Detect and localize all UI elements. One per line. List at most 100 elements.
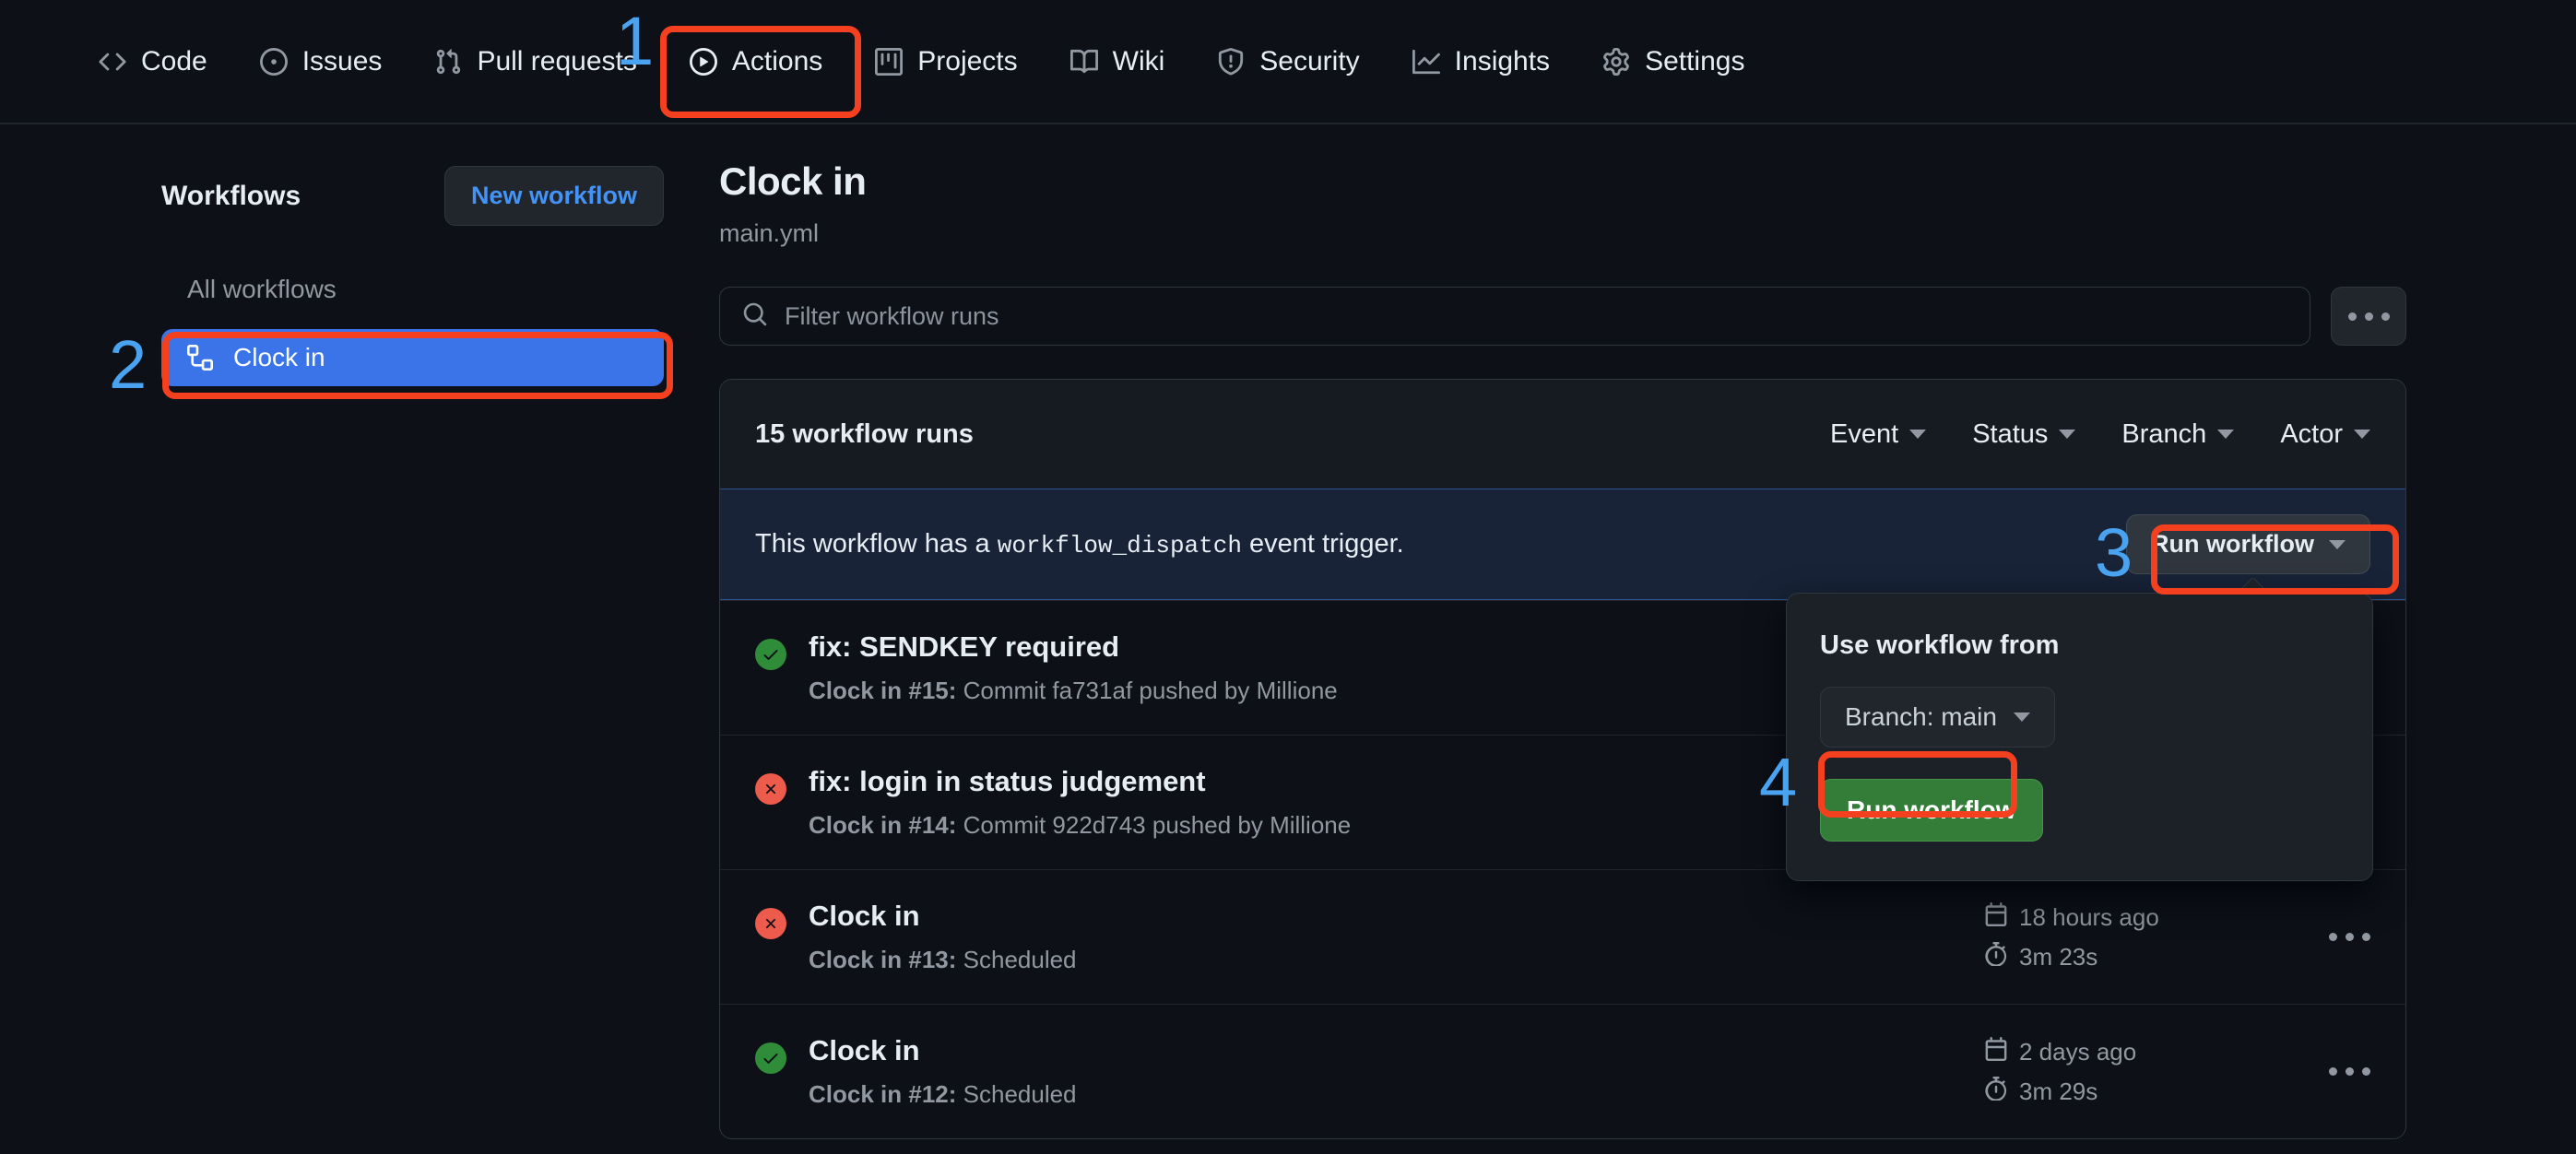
new-workflow-button[interactable]: New workflow <box>444 166 664 226</box>
chevron-down-icon <box>2059 430 2075 439</box>
branch-select-label: Branch: main <box>1845 702 1997 732</box>
run-duration: 3m 29s <box>1984 1077 2261 1107</box>
nav-item-wiki[interactable]: Wiki <box>1044 0 1191 123</box>
workflows-sidebar: Workflows New workflow All workflows Clo… <box>0 124 719 386</box>
run-duration-label: 3m 23s <box>2019 943 2097 971</box>
sidebar-item-clock-in[interactable]: Clock in <box>161 329 664 386</box>
code-icon <box>98 47 127 77</box>
run-meta: Clock in #14: Commit 922d743 pushed by M… <box>809 811 1351 840</box>
filter-label: Event <box>1830 419 1898 450</box>
run-meta-detail: Scheduled <box>963 946 1077 973</box>
filter-row: Filter workflow runs <box>719 287 2576 346</box>
kebab-dot <box>2362 1067 2370 1076</box>
nav-item-code[interactable]: Code <box>72 0 233 123</box>
runs-count: 15 workflow runs <box>755 419 974 450</box>
git-pull-request-icon <box>433 47 463 77</box>
workflow-file-name: main.yml <box>719 219 2576 248</box>
nav-item-label: Wiki <box>1113 46 1165 77</box>
workflow-icon <box>187 345 213 371</box>
nav-item-insights[interactable]: Insights <box>1386 0 1576 123</box>
nav-item-issues[interactable]: Issues <box>233 0 408 123</box>
run-info: fix: SENDKEY required Clock in #15: Comm… <box>809 630 1338 705</box>
kebab-dot <box>2329 933 2337 941</box>
sidebar-title: Workflows <box>161 181 301 212</box>
kebab-dot <box>2346 1067 2354 1076</box>
filter-branch[interactable]: Branch <box>2121 419 2234 450</box>
sidebar-item-all-workflows[interactable]: All workflows <box>161 261 664 318</box>
table-row[interactable]: Clock in Clock in #13: Scheduled <box>720 869 2405 1004</box>
status-failure-icon <box>755 773 786 805</box>
annotation-number-2: 2 <box>109 331 147 399</box>
sidebar-item-label: Clock in <box>233 343 325 372</box>
run-workflow-dropdown-button[interactable]: Run workflow <box>2126 514 2370 574</box>
run-title[interactable]: fix: login in status judgement <box>809 765 1351 798</box>
dispatch-message: This workflow has a workflow_dispatch ev… <box>755 529 1404 559</box>
workflow-options-button[interactable] <box>2331 287 2406 346</box>
row-options-button[interactable] <box>2329 1067 2370 1076</box>
play-circle-icon <box>689 47 718 77</box>
nav-item-security[interactable]: Security <box>1190 0 1385 123</box>
repo-nav: Code Issues Pull requests Actions Projec <box>0 0 2576 124</box>
run-workflow-dropdown-label: Run workflow <box>2151 530 2314 559</box>
calendar-icon <box>1984 1037 2008 1067</box>
run-timestamp: 2 days ago <box>1984 1037 2261 1067</box>
run-title[interactable]: fix: SENDKEY required <box>809 630 1338 664</box>
kebab-dot <box>2329 1067 2337 1076</box>
nav-item-settings[interactable]: Settings <box>1576 0 1770 123</box>
sidebar-list: All workflows Clock in <box>0 261 719 386</box>
run-times: 18 hours ago 3m 23s <box>1984 902 2261 972</box>
run-title[interactable]: Clock in <box>809 1034 1077 1067</box>
stopwatch-icon <box>1984 1077 2008 1107</box>
table-row[interactable]: Clock in Clock in #12: Scheduled <box>720 1004 2405 1138</box>
kebab-dot <box>2346 933 2354 941</box>
run-left: fix: login in status judgement Clock in … <box>755 765 1351 840</box>
run-info: Clock in Clock in #12: Scheduled <box>809 1034 1077 1109</box>
popover-arrow <box>2241 578 2271 594</box>
nav-item-label: Settings <box>1645 46 1744 77</box>
run-timestamp-label: 2 days ago <box>2019 1038 2136 1066</box>
github-actions-page: Code Issues Pull requests Actions Projec <box>0 0 2576 1154</box>
run-duration-label: 3m 29s <box>2019 1077 2097 1106</box>
nav-item-projects[interactable]: Projects <box>848 0 1043 123</box>
filter-label: Branch <box>2121 419 2206 450</box>
run-meta-detail: Scheduled <box>963 1080 1077 1108</box>
run-meta: Clock in #12: Scheduled <box>809 1080 1077 1109</box>
run-left: Clock in Clock in #12: Scheduled <box>755 1034 1077 1109</box>
run-timestamp-label: 18 hours ago <box>2019 903 2159 932</box>
row-options-button[interactable] <box>2329 933 2370 941</box>
kebab-dot <box>2381 312 2390 321</box>
popover-title: Use workflow from <box>1820 630 2339 661</box>
branch-select[interactable]: Branch: main <box>1820 687 2055 748</box>
gear-icon <box>1601 47 1631 77</box>
graph-icon <box>1412 47 1441 77</box>
nav-item-label: Pull requests <box>477 46 636 77</box>
run-title[interactable]: Clock in <box>809 900 1077 933</box>
nav-item-label: Code <box>141 46 207 77</box>
search-input[interactable]: Filter workflow runs <box>719 287 2310 346</box>
run-meta-detail: Commit 922d743 pushed by Millione <box>963 811 1352 839</box>
filter-event[interactable]: Event <box>1830 419 1926 450</box>
run-times: 2 days ago 3m 29s <box>1984 1037 2261 1107</box>
run-right: 2 days ago 3m 29s <box>1707 1037 2370 1107</box>
run-workflow-popover: Use workflow from Branch: main Run workf… <box>1786 593 2373 881</box>
filter-status[interactable]: Status <box>1972 419 2075 450</box>
run-right: 18 hours ago 3m 23s <box>1707 902 2370 972</box>
chevron-down-icon <box>2329 540 2346 549</box>
nav-item-label: Issues <box>302 46 383 77</box>
run-left: Clock in Clock in #13: Scheduled <box>755 900 1077 974</box>
run-left: fix: SENDKEY required Clock in #15: Comm… <box>755 630 1338 705</box>
filter-actor[interactable]: Actor <box>2280 419 2370 450</box>
status-success-icon <box>755 1042 786 1074</box>
filter-label: Status <box>1972 419 2048 450</box>
runs-panel-header: 15 workflow runs Event Status Branch <box>720 380 2405 489</box>
annotation-number-1: 1 <box>616 7 654 76</box>
annotation-number-4: 4 <box>1759 748 1797 817</box>
run-info: Clock in Clock in #13: Scheduled <box>809 900 1077 974</box>
filter-label: Actor <box>2280 419 2343 450</box>
run-workflow-submit-button[interactable]: Run workflow <box>1820 779 2043 842</box>
kebab-dot <box>2348 312 2357 321</box>
nav-item-label: Insights <box>1455 46 1550 77</box>
nav-item-actions[interactable]: Actions <box>663 0 848 123</box>
nav-item-label: Security <box>1259 46 1359 77</box>
run-meta-strong: Clock in #14: <box>809 811 956 839</box>
